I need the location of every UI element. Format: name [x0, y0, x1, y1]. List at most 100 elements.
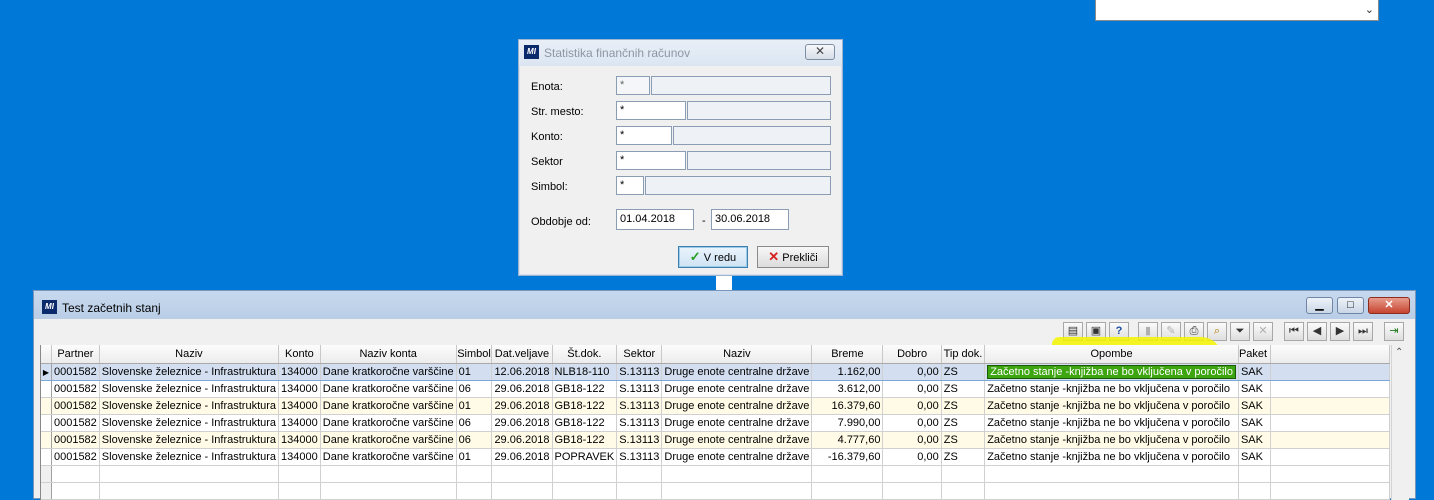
table-cell[interactable]: Slovenske železnice - Infrastruktura — [99, 431, 280, 449]
column-header[interactable]: Konto — [278, 345, 321, 364]
table-cell[interactable]: Začetno stanje -knjižba ne bo vključena … — [984, 397, 1239, 415]
table-cell[interactable]: Dane kratkoročne varščine — [320, 397, 457, 415]
table-cell[interactable]: Slovenske železnice - Infrastruktura — [99, 414, 280, 432]
table-cell[interactable]: 06 — [456, 380, 493, 398]
table-cell[interactable]: S.13113 — [616, 397, 663, 415]
chevron-down-icon[interactable]: ⌄ — [1365, 3, 1374, 16]
table-cell[interactable]: Druge enote centralne države — [661, 380, 813, 398]
table-cell[interactable]: 0001582 — [51, 448, 100, 466]
dialog-close-button[interactable]: ✕ — [805, 44, 835, 60]
table-cell[interactable]: Slovenske železnice - Infrastruktura — [99, 380, 280, 398]
table-cell[interactable]: 0001582 — [51, 414, 100, 432]
scroll-up-icon[interactable]: ⌃ — [1395, 347, 1403, 358]
column-header[interactable]: Paket — [1238, 345, 1272, 364]
table-cell[interactable]: 0,00 — [882, 414, 942, 432]
table-cell[interactable]: ZS — [941, 380, 986, 398]
table-cell[interactable]: 0,00 — [882, 397, 942, 415]
table-cell[interactable]: GB18-122 — [552, 380, 618, 398]
table-cell[interactable]: Začetno stanje -knjižba ne bo vključena … — [984, 414, 1239, 432]
cancel-button[interactable]: ✕ Prekliči — [757, 246, 829, 268]
table-cell[interactable]: ZS — [941, 448, 986, 466]
table-row[interactable]: ▶ 0001582 Slovenske železnice - Infrastruk… — [41, 363, 1390, 381]
table-cell[interactable]: 134000 — [278, 448, 321, 466]
table-cell[interactable]: SAK — [1238, 448, 1272, 466]
filter-icon[interactable]: ⏷ — [1230, 322, 1250, 341]
table-cell[interactable]: Slovenske železnice - Infrastruktura — [99, 448, 280, 466]
maximize-button[interactable]: □ — [1337, 297, 1364, 314]
table-cell[interactable]: 29.06.2018 — [491, 397, 553, 415]
column-header[interactable]: Opombe — [984, 345, 1239, 364]
table-cell[interactable]: Začetno stanje -knjižba ne bo vključena … — [984, 448, 1239, 466]
table-row[interactable]: 0001582 Slovenske železnice - Infrastrukt… — [41, 380, 1390, 398]
table-row[interactable]: 0001582 Slovenske železnice - Infrastrukt… — [41, 414, 1390, 432]
table-cell[interactable]: 134000 — [278, 414, 321, 432]
table-cell[interactable]: 12.06.2018 — [491, 363, 553, 381]
table-cell[interactable]: POPRAVEK — [552, 448, 618, 466]
table-cell[interactable]: 4.777,60 — [811, 431, 884, 449]
table-cell[interactable]: Slovenske železnice - Infrastruktura — [99, 397, 280, 415]
date-to-input[interactable]: 30.06.2018 — [711, 209, 789, 230]
table-cell[interactable]: 134000 — [278, 380, 321, 398]
table-row[interactable]: 0001582 Slovenske železnice - Infrastrukt… — [41, 448, 1390, 466]
table-cell[interactable]: 0,00 — [882, 380, 942, 398]
table-cell[interactable]: SAK — [1238, 363, 1272, 381]
table-cell[interactable]: Druge enote centralne države — [661, 431, 813, 449]
table-cell[interactable]: 0001582 — [51, 363, 100, 381]
table-cell[interactable]: 01 — [456, 448, 493, 466]
ok-button[interactable]: ✓ V redu — [678, 246, 748, 268]
column-header[interactable]: Partner — [51, 345, 100, 364]
table-cell[interactable]: Druge enote centralne države — [661, 448, 813, 466]
table-cell[interactable]: 29.06.2018 — [491, 448, 553, 466]
first-record-icon[interactable]: ⏮ — [1284, 322, 1304, 341]
table-cell[interactable]: SAK — [1238, 431, 1272, 449]
table-cell[interactable]: 134000 — [278, 363, 321, 381]
table-cell[interactable]: 29.06.2018 — [491, 414, 553, 432]
table-cell[interactable]: S.13113 — [616, 448, 663, 466]
table-cell[interactable]: 7.990,00 — [811, 414, 884, 432]
table-cell[interactable]: 0001582 — [51, 431, 100, 449]
table-cell[interactable]: -16.379,60 — [811, 448, 884, 466]
table-cell[interactable]: Druge enote centralne države — [661, 363, 813, 381]
column-header[interactable]: Naziv — [99, 345, 280, 364]
table-cell[interactable]: 0,00 — [882, 363, 942, 381]
table-cell[interactable]: S.13113 — [616, 414, 663, 432]
table-cell[interactable]: 0001582 — [51, 380, 100, 398]
previous-record-icon[interactable]: ◀ — [1307, 322, 1327, 341]
table-cell[interactable]: S.13113 — [616, 363, 663, 381]
column-header[interactable]: Dat.veljave — [491, 345, 553, 364]
table-cell[interactable]: 29.06.2018 — [491, 380, 553, 398]
table-cell[interactable]: 06 — [456, 414, 493, 432]
column-header[interactable]: Naziv — [661, 345, 813, 364]
str-mesto-input[interactable]: * — [616, 101, 686, 120]
current-row-indicator-icon[interactable]: ▶ — [41, 363, 52, 381]
table-cell[interactable]: ZS — [941, 431, 986, 449]
table-cell[interactable]: S.13113 — [616, 380, 663, 398]
table-cell[interactable]: ZS — [941, 363, 986, 381]
column-header[interactable]: Dobro — [882, 345, 942, 364]
table-cell[interactable]: 134000 — [278, 431, 321, 449]
next-record-icon[interactable]: ▶ — [1330, 322, 1350, 341]
table-cell[interactable]: Dane kratkoročne varščine — [320, 431, 457, 449]
row-indicator[interactable] — [41, 431, 52, 449]
table-cell[interactable]: GB18-122 — [552, 414, 618, 432]
table-cell[interactable]: Slovenske železnice - Infrastruktura — [99, 363, 280, 381]
table-cell[interactable]: Druge enote centralne države — [661, 397, 813, 415]
konto-input[interactable]: * — [616, 126, 672, 145]
clear-filter-icon[interactable]: ✕ — [1253, 322, 1273, 341]
table-cell[interactable]: ZS — [941, 397, 986, 415]
table-cell[interactable]: 3.612,00 — [811, 380, 884, 398]
table-cell[interactable]: SAK — [1238, 414, 1272, 432]
column-header[interactable]: Naziv konta — [320, 345, 457, 364]
table-cell[interactable]: Dane kratkoročne varščine — [320, 414, 457, 432]
enota-input[interactable]: * — [616, 76, 650, 95]
table-cell[interactable]: Začetno stanje -knjižba ne bo vključena … — [984, 380, 1239, 398]
table-cell[interactable]: 134000 — [278, 397, 321, 415]
row-indicator[interactable] — [41, 414, 52, 432]
vertical-scrollbar[interactable]: ⌃ — [1391, 345, 1409, 500]
table-cell[interactable]: 16.379,60 — [811, 397, 884, 415]
last-record-icon[interactable]: ⏭ — [1353, 322, 1373, 341]
column-header[interactable]: Tip dok. — [941, 345, 986, 364]
row-indicator[interactable] — [41, 380, 52, 398]
row-indicator[interactable] — [41, 448, 52, 466]
table-cell[interactable]: Druge enote centralne države — [661, 414, 813, 432]
